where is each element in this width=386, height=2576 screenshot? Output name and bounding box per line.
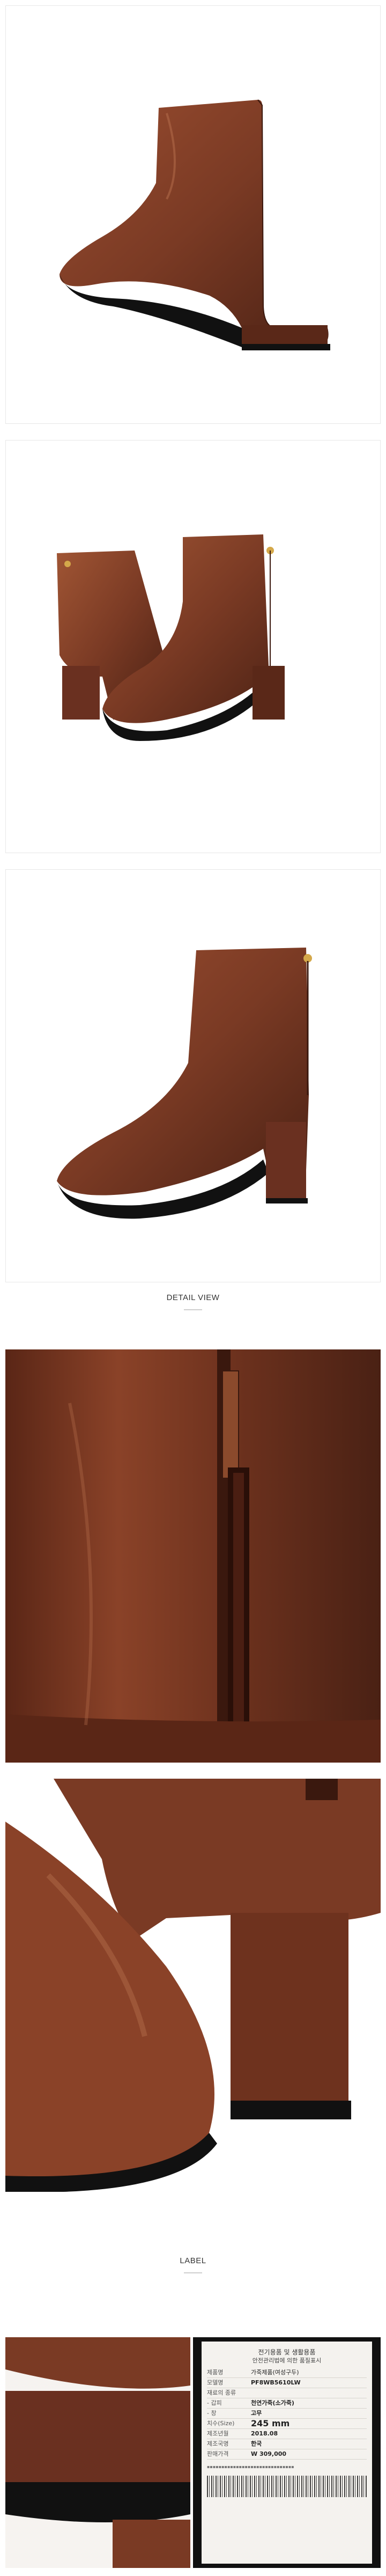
label-title: 전기용품 및 생활용품 [258,2349,316,2356]
label-key: 제조년월 [207,2430,229,2437]
zipper-closeup-illustration [5,1349,381,1763]
boot-pair-illustration [57,534,285,741]
label-key: - 창 [207,2410,217,2417]
label-heading: LABEL [180,2256,206,2265]
label-value: 2018.08 [251,2430,278,2437]
label-key: 재료의 종류 [207,2389,236,2396]
label-key: - 갑피 [207,2399,222,2406]
label-key: 치수(Size) [207,2420,235,2427]
label-divider [184,2272,202,2273]
quality-label-card: 전기용품 및 생활용품 안전관리법에 의한 품질표시 제품명 가죽제품(여성구두… [193,2337,381,2568]
label-fine-print: ▪▪▪▪▪▪▪▪▪▪▪▪▪▪▪▪▪▪▪▪▪▪▪▪▪▪▪▪▪▪ [207,2464,294,2469]
label-value: 천연가죽(소가죽) [251,2399,294,2406]
label-row: 재료의 종류 [207,2388,367,2398]
label-row: - 창 고무 [207,2409,367,2419]
boot-side-illustration [60,99,330,350]
label-row: 제조국명 한국 [207,2439,367,2449]
label-value: 245 mm [251,2418,290,2428]
sole-illustration [5,2337,190,2568]
detail-view-heading: DETAIL VIEW [166,1293,220,1302]
label-row: 제조년월 2018.08 [207,2429,367,2439]
product-image-pair [5,440,381,853]
label-subtitle: 안전관리법에 의한 품질표시 [252,2357,322,2364]
product-image-zipper-side [5,869,381,1282]
product-image-side [5,5,381,424]
label-row: 판매가격 W 309,000 [207,2449,367,2460]
detail-image-zipper [5,1349,381,1763]
label-key: 제조국명 [207,2440,229,2447]
label-key: 모델명 [207,2379,224,2386]
label-value [251,2388,367,2398]
label-value: 고무 [251,2410,262,2417]
label-key: 제품명 [207,2369,224,2376]
label-row: 치수(Size) 245 mm [207,2419,367,2429]
quality-label: 전기용품 및 생활용품 안전관리법에 의한 품질표시 제품명 가죽제품(여성구두… [202,2342,372,2564]
label-row: 제품명 가죽제품(여성구두) [207,2368,367,2378]
label-value: W 309,000 [251,2450,287,2457]
label-value: 가죽제품(여성구두) [251,2369,299,2376]
detail-view-divider [184,1309,202,1310]
boot-zipper-side-illustration [57,948,312,1219]
detail-image-heel [5,1779,381,2192]
label-image-sole [5,2337,190,2568]
label-value: 한국 [251,2440,262,2447]
label-row: 모델명 PF8WB5610LW [207,2378,367,2388]
heel-closeup-illustration [5,1779,381,2192]
label-row: - 갑피 천연가죽(소가죽) [207,2398,367,2409]
label-barcode [207,2476,367,2497]
label-value: PF8WB5610LW [251,2379,301,2386]
label-key: 판매가격 [207,2450,229,2457]
